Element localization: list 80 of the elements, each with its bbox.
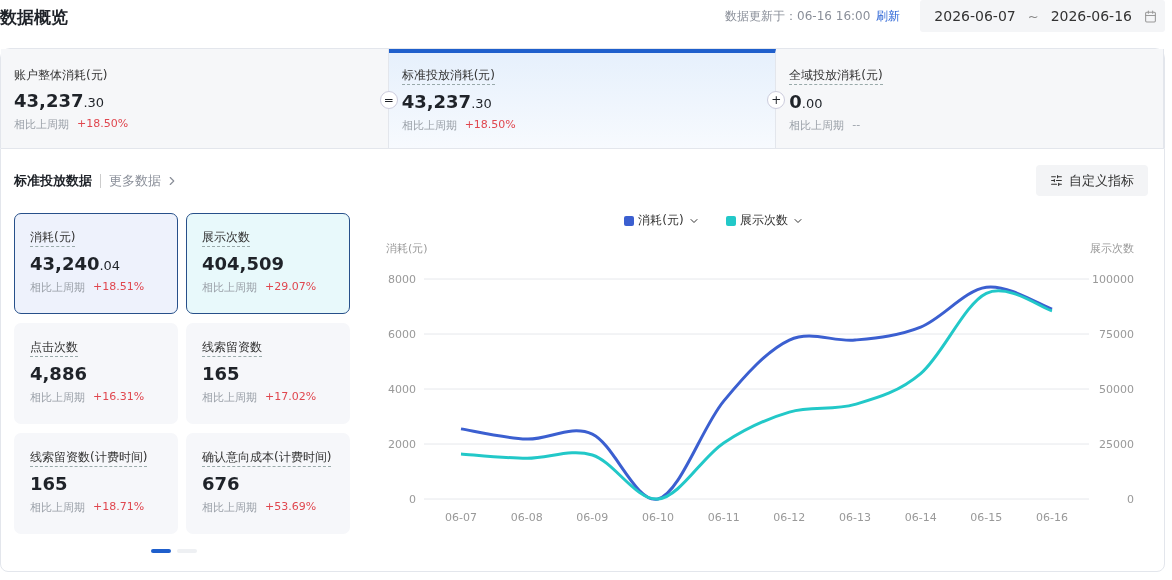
card-value: 43,237.30 — [401, 91, 492, 112]
start-date: 2026-06-07 — [934, 8, 1016, 24]
compare-label: 相比上周期 — [202, 280, 257, 295]
axis-tick-label: 0 — [409, 493, 416, 506]
axis-tick-label: 06-16 — [1036, 511, 1068, 524]
sliders-icon — [1050, 174, 1063, 187]
axis-tick-label: 50000 — [1099, 383, 1134, 396]
calendar-icon — [1144, 9, 1157, 23]
card-label: 标准投放消耗(元) — [401, 67, 496, 85]
end-date: 2026-06-16 — [1050, 8, 1132, 24]
change-value: +18.51% — [93, 280, 145, 295]
metric-value: 165 — [202, 363, 240, 384]
metric-card[interactable]: 线索留资数(计费时间) 165 相比上周期 +18.71% — [14, 433, 178, 534]
metric-label: 消耗(元) — [30, 229, 76, 247]
date-separator: ~ — [1027, 8, 1039, 24]
legend-swatch — [725, 215, 736, 226]
compare-label: 相比上周期 — [401, 118, 457, 133]
legend-item[interactable]: 展示次数 — [725, 212, 804, 229]
custom-metrics-button[interactable]: 自定义指标 — [1036, 165, 1148, 196]
axis-title: 展示次数 — [1090, 242, 1134, 255]
metric-card[interactable]: 确认意向成本(计费时间) 676 相比上周期 +53.69% — [186, 433, 350, 534]
metric-value: 676 — [202, 473, 240, 494]
page-title: 数据概览 — [0, 6, 68, 29]
axis-tick-label: 06-07 — [445, 511, 477, 524]
legend-swatch — [624, 215, 635, 226]
change-value: +29.07% — [265, 280, 317, 295]
change-value: +53.69% — [265, 500, 317, 515]
axis-tick-label: 06-15 — [970, 511, 1003, 524]
page-indicator[interactable] — [151, 549, 171, 553]
axis-tick-label: 06-11 — [707, 511, 740, 524]
axis-tick-label: 0 — [1127, 493, 1134, 506]
metric-card[interactable]: 点击次数 4,886 相比上周期 +16.31% — [14, 323, 178, 424]
card-value: 0.00 — [789, 91, 823, 112]
metric-label: 点击次数 — [30, 339, 78, 357]
metric-label: 线索留资数(计费时间) — [30, 449, 148, 467]
legend-item[interactable]: 消耗(元) — [624, 212, 700, 229]
change-value: +18.71% — [93, 500, 145, 515]
card-label: 账户整体消耗(元) — [14, 67, 108, 84]
axis-tick-label: 100000 — [1092, 273, 1134, 286]
axis-tick-label: 06-13 — [839, 511, 871, 524]
section-title: 标准投放数据 — [14, 172, 92, 190]
axis-title: 消耗(元) — [386, 242, 428, 255]
axis-tick-label: 06-08 — [510, 511, 543, 524]
metric-card[interactable]: 展示次数 404,509 相比上周期 +29.07% — [186, 213, 350, 314]
change-value: +18.50% — [464, 118, 516, 133]
compare-label: 相比上周期 — [14, 117, 69, 132]
compare-label: 相比上周期 — [789, 118, 845, 133]
compare-label: 相比上周期 — [202, 500, 257, 515]
metric-label: 线索留资数 — [202, 339, 262, 357]
axis-tick-label: 4000 — [388, 383, 416, 396]
axis-tick-label: 2000 — [388, 438, 416, 451]
update-time: 数据更新于：06-16 16:00 — [725, 7, 871, 25]
change-value: +18.50% — [77, 117, 129, 132]
metric-card[interactable]: 消耗(元) 43,240.04 相比上周期 +18.51% — [14, 213, 178, 314]
axis-tick-label: 06-12 — [773, 511, 806, 524]
metric-card[interactable]: 线索留资数 165 相比上周期 +17.02% — [186, 323, 350, 424]
metric-value: 4,886 — [30, 363, 87, 384]
compare-label: 相比上周期 — [30, 280, 85, 295]
axis-tick-label: 75000 — [1099, 328, 1134, 341]
refresh-link[interactable]: 刷新 — [876, 7, 901, 25]
metric-label: 确认意向成本(计费时间) — [202, 449, 332, 467]
metric-value: 404,509 — [202, 253, 284, 274]
date-range-picker[interactable]: 2026-06-07 ~ 2026-06-16 — [920, 0, 1165, 32]
change-value: -- — [852, 118, 861, 133]
compare-label: 相比上周期 — [30, 500, 85, 515]
axis-tick-label: 6000 — [388, 328, 416, 341]
card-value: 43,237.30 — [14, 90, 105, 111]
card-label: 全域投放消耗(元) — [789, 67, 883, 85]
metric-label: 展示次数 — [202, 229, 250, 247]
axis-tick-label: 8000 — [388, 273, 416, 286]
axis-tick-label: 06-14 — [904, 511, 937, 524]
compare-label: 相比上周期 — [202, 390, 257, 405]
axis-tick-label: 25000 — [1099, 438, 1134, 451]
change-value: +17.02% — [265, 390, 317, 405]
metric-value: 43,240.04 — [30, 253, 121, 274]
axis-tick-label: 06-09 — [576, 511, 609, 524]
compare-label: 相比上周期 — [30, 390, 85, 405]
change-value: +16.31% — [93, 390, 145, 405]
metric-value: 165 — [30, 473, 68, 494]
axis-tick-label: 06-10 — [642, 511, 674, 524]
